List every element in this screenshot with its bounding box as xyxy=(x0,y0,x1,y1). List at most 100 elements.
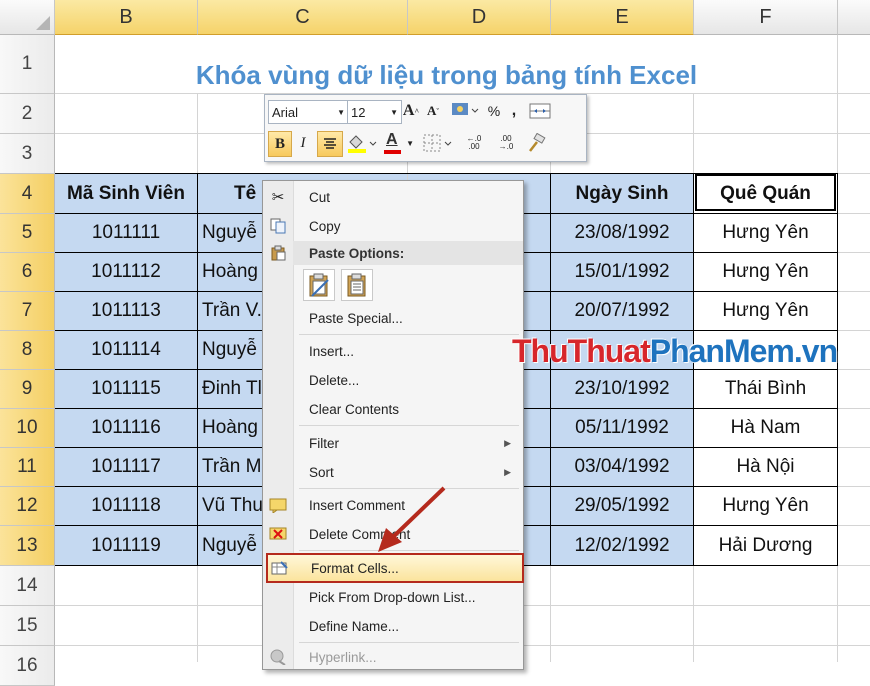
fill-color-icon[interactable] xyxy=(345,131,379,155)
cell-que-quan[interactable]: Hưng Yên xyxy=(694,487,837,525)
menu-item-hyperlink[interactable]: Hyperlink... xyxy=(263,643,523,671)
cell-ten[interactable]: Nguyễ xyxy=(198,331,262,369)
cell-ma[interactable]: 1011117 xyxy=(55,448,197,486)
cell-ten[interactable]: Đinh Tl xyxy=(198,370,262,408)
column-header-d[interactable]: D xyxy=(408,0,551,35)
column-header-c[interactable]: C xyxy=(198,0,408,35)
cell-que-quan[interactable]: Hưng Yên xyxy=(694,214,837,252)
submenu-arrow-icon: ▶ xyxy=(504,437,511,448)
menu-label: Cut xyxy=(309,189,331,205)
font-color-swatch xyxy=(384,150,401,154)
cell-que-quan[interactable]: Hà Nam xyxy=(694,409,837,447)
font-name-select[interactable]: Arial ▼ xyxy=(268,100,349,124)
cell-ma[interactable]: 1011118 xyxy=(55,487,197,525)
row-header-2[interactable]: 2 xyxy=(0,94,55,134)
cell-que-quan[interactable]: Hà Nội xyxy=(694,448,837,486)
menu-label: Paste Special... xyxy=(309,310,403,326)
menu-item-paste-special[interactable]: Paste Special... xyxy=(263,304,523,332)
row-header-10[interactable]: 10 xyxy=(0,409,55,448)
select-all-corner[interactable] xyxy=(0,0,55,35)
paste-option-button[interactable] xyxy=(303,269,335,301)
cell-ten[interactable]: Hoàng xyxy=(198,409,262,447)
row-header-8[interactable]: 8 xyxy=(0,331,55,370)
accounting-format-icon[interactable] xyxy=(447,99,483,121)
cell-ten[interactable]: Hoàng xyxy=(198,253,262,291)
cell-ma[interactable]: 1011119 xyxy=(55,526,197,565)
menu-item-clear-contents[interactable]: Clear Contents xyxy=(263,395,523,423)
cell-ten[interactable]: Vũ Thu xyxy=(198,487,262,525)
column-header-e[interactable]: E xyxy=(551,0,694,35)
row-header-14[interactable]: 14 xyxy=(0,566,55,606)
cell-que-quan[interactable]: Hải Dương xyxy=(694,526,837,565)
decrease-decimal-button[interactable]: .00 →.0 xyxy=(491,131,521,155)
cell-ten[interactable]: Nguyễ xyxy=(198,214,262,252)
menu-item-filter[interactable]: Filter ▶ xyxy=(263,429,523,457)
cell-ngay-sinh[interactable]: 23/10/1992 xyxy=(551,370,693,408)
paste-values-button[interactable] xyxy=(341,269,373,301)
merge-center-icon[interactable] xyxy=(527,100,553,122)
header-ma-sinh-vien[interactable]: Mã Sinh Viên xyxy=(55,174,197,213)
cell-ngay-sinh[interactable]: 15/01/1992 xyxy=(551,253,693,291)
cell-ngay-sinh[interactable]: 05/11/1992 xyxy=(551,409,693,447)
watermark-logo: ThuThuatPhanMem.vn xyxy=(512,333,838,370)
row-header-12[interactable]: 12 xyxy=(0,487,55,526)
font-color-button[interactable]: A ▼ xyxy=(383,131,417,155)
cell-ma[interactable]: 1011114 xyxy=(55,331,197,369)
font-name-value: Arial xyxy=(272,104,299,120)
cell-ngay-sinh[interactable]: 20/07/1992 xyxy=(551,292,693,330)
column-header-g[interactable] xyxy=(838,0,870,35)
row-header-5[interactable]: 5 xyxy=(0,214,55,253)
row-header-6[interactable]: 6 xyxy=(0,253,55,292)
watermark-part2: PhanMem xyxy=(649,333,795,369)
comma-style-button[interactable]: , xyxy=(505,100,523,122)
cell-ma[interactable]: 1011115 xyxy=(55,370,197,408)
cell-ngay-sinh[interactable]: 03/04/1992 xyxy=(551,448,693,486)
menu-item-insert[interactable]: Insert... xyxy=(263,337,523,365)
row-header-13[interactable]: 13 xyxy=(0,526,55,566)
menu-item-delete[interactable]: Delete... xyxy=(263,366,523,394)
font-size-select[interactable]: 12 ▼ xyxy=(347,100,402,124)
menu-item-define-name[interactable]: Define Name... xyxy=(263,612,523,640)
column-header-b[interactable]: B xyxy=(55,0,198,35)
row-header-7[interactable]: 7 xyxy=(0,292,55,331)
cell-ten[interactable]: Nguyễ xyxy=(198,526,262,565)
watermark-part3: .vn xyxy=(793,333,838,369)
increase-decimal-button[interactable]: ←.0 .00 xyxy=(459,131,489,155)
format-painter-icon[interactable] xyxy=(523,131,549,155)
italic-button[interactable]: I xyxy=(293,131,313,155)
row-header-16[interactable]: 16 xyxy=(0,646,55,686)
cell-ma[interactable]: 1011116 xyxy=(55,409,197,447)
row-header-4[interactable]: 4 xyxy=(0,174,55,214)
center-align-icon[interactable] xyxy=(317,131,343,157)
grow-font-icon[interactable]: A ^ xyxy=(401,100,421,122)
row-header-3[interactable]: 3 xyxy=(0,134,55,174)
row-header-11[interactable]: 11 xyxy=(0,448,55,487)
cell-ma[interactable]: 1011112 xyxy=(55,253,197,291)
sheet-title: Khóa vùng dữ liệu trong bảng tính Excel xyxy=(195,59,698,90)
cell-ma[interactable]: 1011113 xyxy=(55,292,197,330)
borders-icon[interactable] xyxy=(421,131,455,155)
cell-que-quan[interactable]: Hưng Yên xyxy=(694,292,837,330)
cell-ma[interactable]: 1011111 xyxy=(55,214,197,252)
cell-ngay-sinh[interactable]: 12/02/1992 xyxy=(551,526,693,565)
menu-item-copy[interactable]: Copy xyxy=(263,212,523,240)
header-que-quan[interactable]: Quê Quán xyxy=(694,174,837,213)
cell-ten[interactable]: Trần M xyxy=(198,448,262,486)
column-header-f[interactable]: F xyxy=(694,0,838,35)
row-header-15[interactable]: 15 xyxy=(0,606,55,646)
menu-item-pick-from-list[interactable]: Pick From Drop-down List... xyxy=(263,583,523,611)
menu-item-cut[interactable]: ✂ Cut xyxy=(263,183,523,211)
menu-label: Clear Contents xyxy=(309,401,400,417)
cell-ngay-sinh[interactable]: 29/05/1992 xyxy=(551,487,693,525)
menu-label: Copy xyxy=(309,218,341,234)
header-ngay-sinh[interactable]: Ngày Sinh xyxy=(551,174,693,213)
row-header-1[interactable]: 1 xyxy=(0,35,55,94)
cell-que-quan[interactable]: Hưng Yên xyxy=(694,253,837,291)
shrink-font-icon[interactable]: Aˇ xyxy=(423,100,443,122)
cell-ngay-sinh[interactable]: 23/08/1992 xyxy=(551,214,693,252)
row-header-9[interactable]: 9 xyxy=(0,370,55,409)
percent-style-button[interactable]: % xyxy=(485,100,503,122)
cell-que-quan[interactable]: Thái Bình xyxy=(694,370,837,408)
cell-ten[interactable]: Trần V. xyxy=(198,292,262,330)
bold-button[interactable]: B xyxy=(268,131,292,157)
